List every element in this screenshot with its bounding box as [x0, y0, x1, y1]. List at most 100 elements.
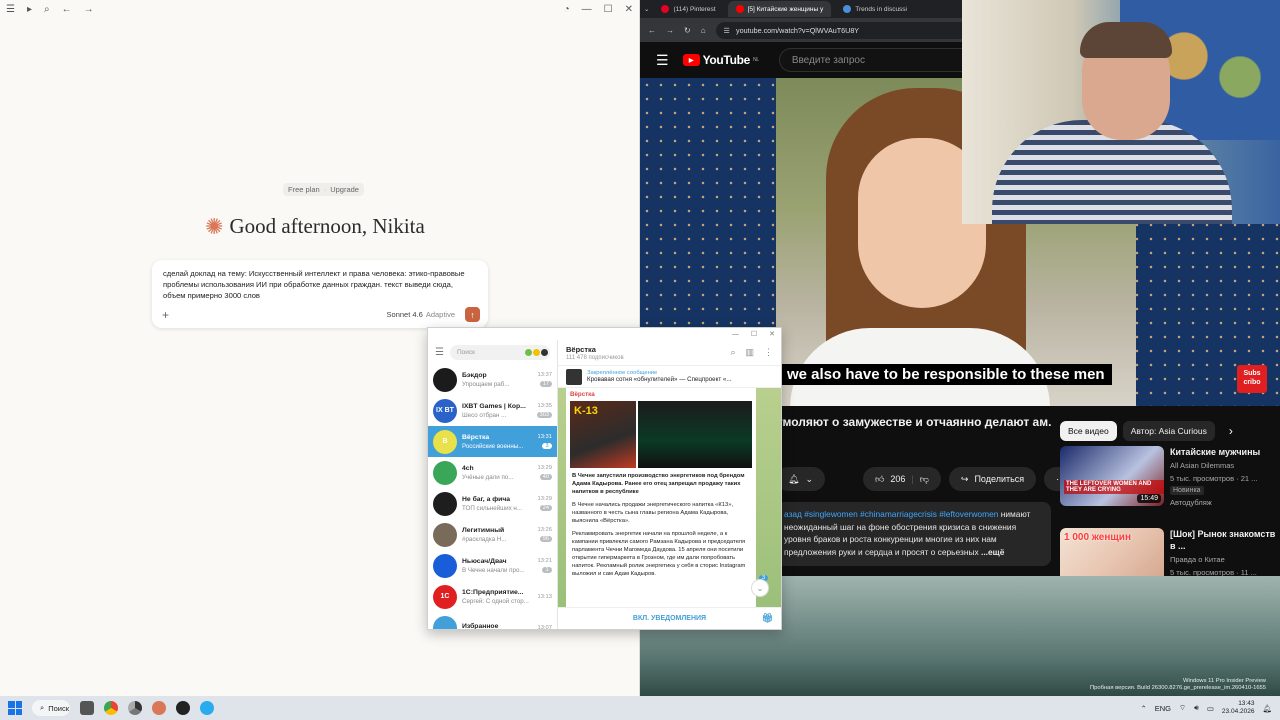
bell-icon: 🔔︎ [788, 473, 800, 484]
chevron-up-icon[interactable]: ⌃ [1140, 704, 1146, 713]
close-icon[interactable]: ✕ [625, 4, 633, 15]
related-title[interactable]: [Шок] Рынок знакомств в ... [1170, 528, 1280, 552]
youtube-logo[interactable]: ▶ YouTube NL [682, 53, 759, 67]
mode-selector[interactable]: Adaptive [426, 310, 455, 319]
minimize-icon[interactable]: — [732, 331, 739, 338]
prompt-input[interactable]: сделай доклад на тему: Искусственный инт… [152, 260, 488, 328]
thumb-down-icon[interactable]: 👎︎ [920, 474, 929, 485]
home-icon[interactable]: ⌂ [701, 26, 706, 35]
telegram-icon[interactable] [200, 701, 214, 715]
subscribe-watermark[interactable]: Subs cribo [1237, 365, 1267, 393]
search-icon[interactable]: ⌕ [44, 4, 50, 15]
task-view-icon[interactable] [80, 701, 94, 715]
scroll-down-button[interactable]: ⌄ [751, 579, 769, 597]
tab-youtube[interactable]: [5] Китайские женщины у [727, 1, 832, 17]
menu-icon[interactable]: ☰ [435, 347, 444, 358]
gift-icon[interactable]: 🎁︎ [762, 613, 773, 624]
chat-item[interactable]: Избранное 13:07 [428, 612, 557, 629]
taskbar-search[interactable]: ⌕ Поиск [32, 700, 70, 716]
greeting: ✺ Good afternoon, Nikita [205, 214, 425, 239]
more-icon[interactable]: ⋮ [764, 347, 773, 358]
maximize-icon[interactable]: ☐ [604, 4, 613, 15]
back-icon[interactable]: ← [648, 26, 656, 35]
chip-all-videos[interactable]: Все видео [1060, 421, 1117, 441]
enable-notifications-button[interactable]: ВКЛ. УВЕДОМЛЕНИЯ 🎁︎ [558, 607, 781, 629]
related-channel[interactable]: All Asian Dilemmas [1170, 460, 1280, 471]
close-icon[interactable]: ✕ [769, 330, 775, 338]
show-more-link[interactable]: ...ещё [981, 547, 1004, 557]
share-button[interactable]: ↪ Поделиться [948, 467, 1037, 491]
telegram-titlebar: — ☐ ✕ [428, 328, 781, 340]
chat-time: 13:21 [537, 558, 552, 564]
tab-search-icon[interactable]: ⌄ [644, 5, 649, 13]
message-area: Вёрстка K-13 В Чечне запустили производс… [558, 388, 781, 607]
chat-item[interactable]: 1С 1С:Предприятие... Сергей: С одной стор.… [428, 581, 557, 612]
video-actions: 🔔︎ ⌄ 👍︎ 206 | 👎︎ ↪ Поделиться ⋯ [776, 467, 1078, 491]
app-icon[interactable] [176, 701, 190, 715]
pinned-message[interactable]: Закреплённое сообщение Кровавая сотня «о… [558, 366, 781, 388]
notifications-button[interactable]: 🔔︎ ⌄ [776, 467, 825, 491]
menu-icon[interactable]: ☰ [6, 4, 15, 15]
like-button[interactable]: 👍︎ 206 | 👎︎ [862, 467, 941, 491]
sidebar-icon[interactable]: ▥ [745, 347, 754, 358]
unread-count: 1 [542, 567, 552, 573]
search-icon[interactable]: ⌕ [730, 347, 735, 358]
chat-item[interactable]: Не баг, а фича ТОП сильнейших н... 13:29 24 [428, 488, 557, 519]
battery-icon[interactable]: ▭ [1207, 704, 1214, 713]
channel-header[interactable]: Вёрстка 111 478 подписчиков ⌕ ▥ ⋮ [558, 340, 781, 366]
prompt-text[interactable]: сделай доклад на тему: Искусственный инт… [163, 268, 477, 301]
tab-label: [5] Китайские женщины у [747, 5, 824, 13]
footer-label: ВКЛ. УВЕДОМЛЕНИЯ [632, 615, 707, 622]
post-image[interactable]: K-13 [570, 401, 636, 468]
chat-preview: Шесо отбран ... [462, 411, 507, 419]
youtube-icon [735, 5, 744, 13]
tab-pinterest[interactable]: (114) Pinterest [653, 1, 723, 17]
reload-icon[interactable]: ↻ [684, 26, 691, 35]
related-title[interactable]: Китайские мужчины [1170, 446, 1280, 458]
chat-list-header: ☰ Поиск [428, 340, 557, 364]
model-selector[interactable]: Sonnet 4.6 [387, 310, 423, 319]
add-attachment-icon[interactable]: + [162, 308, 169, 322]
pinned-text: Кровавая сотня «обнулителей» — Спецпроек… [587, 376, 732, 383]
incognito-icon[interactable]: ◔ [564, 4, 570, 15]
related-video[interactable]: THE LEFTOVER WOMEN AND THEY ARE CRYING 1… [1060, 446, 1280, 520]
chat-item[interactable]: IX BT IXBT Games | Кор... Шесо отбран ... 1… [428, 395, 557, 426]
chat-item[interactable]: Легитимный #раскладка Н... 13:26 96 [428, 519, 557, 550]
send-button[interactable]: ↑ [465, 307, 480, 322]
tab-trends[interactable]: Trends in discussi [835, 1, 915, 17]
chat-name: Легитимный [462, 526, 505, 534]
description-tags[interactable]: азад #singlewomen #chinamarriagecrisis #… [784, 509, 998, 519]
maximize-icon[interactable]: ☐ [751, 330, 757, 338]
forward-icon[interactable]: → [84, 4, 94, 15]
claude-icon[interactable] [152, 701, 166, 715]
clock[interactable]: 13:43 23.04.2026 [1222, 700, 1255, 716]
chrome-icon[interactable] [104, 701, 118, 715]
post-image[interactable] [638, 401, 752, 468]
minimize-icon[interactable]: — [582, 4, 592, 15]
windows-start-icon[interactable] [8, 701, 22, 715]
upgrade-link[interactable]: Upgrade [330, 185, 359, 194]
chip-author[interactable]: Автор: Asia Curious [1122, 421, 1215, 441]
volume-icon[interactable]: 🔊︎ [1194, 703, 1199, 713]
chat-item[interactable]: 4ch Учёные дали по... 13:29 40 [428, 457, 557, 488]
search-input[interactable]: Поиск [449, 344, 550, 360]
status-emoji-icons[interactable] [525, 348, 548, 356]
back-icon[interactable]: ← [62, 4, 72, 15]
address-bar[interactable]: ☰ youtube.com/watch?v=QlWVAuT6U8Y [715, 21, 996, 39]
chat-item[interactable]: B Вёрстка Российские военны... 13:31 3 [428, 426, 557, 457]
site-info-icon[interactable]: ☰ [724, 26, 730, 35]
menu-icon[interactable]: ☰ [656, 52, 669, 69]
forward-icon[interactable]: → [666, 26, 674, 35]
related-channel[interactable]: Правда о Китае [1170, 554, 1280, 565]
sidebar-toggle-icon[interactable]: ▸ [27, 4, 32, 15]
chevron-right-icon[interactable]: › [1229, 424, 1233, 438]
channel-post[interactable]: Вёрстка K-13 В Чечне запустили производс… [566, 388, 756, 607]
chat-item[interactable]: Бэкдор Упрощаем раб... 13:37 17 [428, 364, 557, 395]
video-description[interactable]: азад #singlewomen #chinamarriagecrisis #… [776, 502, 1051, 566]
chat-item[interactable]: Ньюсач/Двач В Чечне начали про... 13:21 1 [428, 550, 557, 581]
notifications-icon[interactable]: 🔔︎ [1262, 704, 1272, 713]
wifi-icon[interactable]: ⌔ [1179, 703, 1186, 713]
language-indicator[interactable]: ENG [1155, 704, 1171, 713]
chrome-icon[interactable] [128, 701, 142, 715]
video-thumbnail[interactable]: THE LEFTOVER WOMEN AND THEY ARE CRYING 1… [1060, 446, 1164, 506]
